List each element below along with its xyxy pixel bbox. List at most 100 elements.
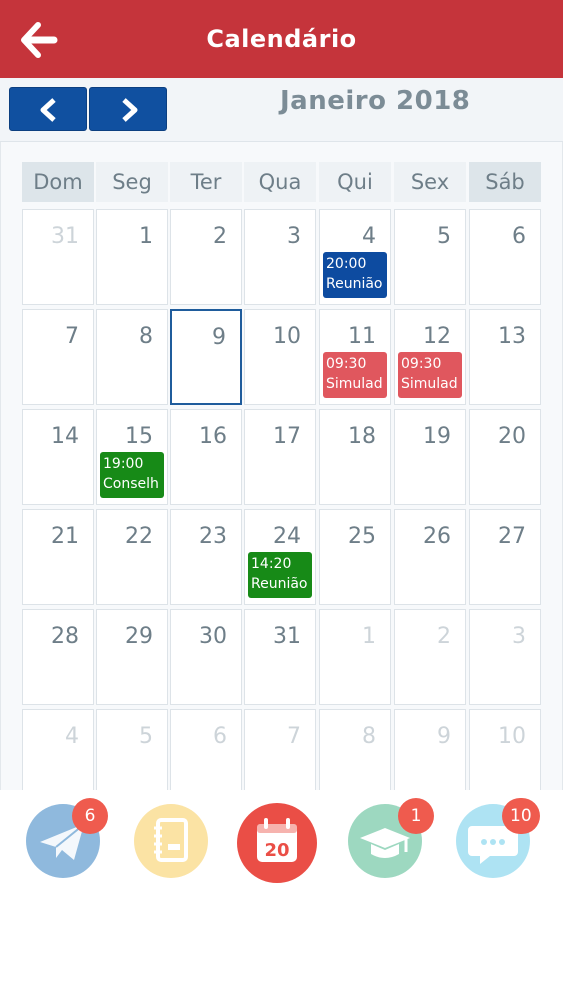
day-number: 13 <box>498 324 526 349</box>
day-cell[interactable]: 4 <box>22 709 94 790</box>
event-time: 09:30 <box>401 356 442 372</box>
day-cell[interactable]: 2 <box>394 609 466 705</box>
day-cell[interactable]: 5 <box>96 709 168 790</box>
academic-button[interactable]: 1 <box>346 798 434 880</box>
day-number: 8 <box>139 324 153 349</box>
day-cell[interactable]: 2 <box>170 209 242 305</box>
day-number: 31 <box>51 224 79 249</box>
calendar-event[interactable]: 14:20 Reunião <box>248 552 312 598</box>
day-cell[interactable]: 25 <box>319 509 391 605</box>
day-number: 30 <box>199 624 227 649</box>
weekday-header: Qui <box>319 162 391 202</box>
day-number: 19 <box>423 424 451 449</box>
day-cell[interactable]: 24 14:20 Reunião <box>244 509 316 605</box>
day-number: 2 <box>213 224 227 249</box>
day-cell[interactable]: 7 <box>22 309 94 405</box>
day-cell[interactable]: 26 <box>394 509 466 605</box>
day-cell[interactable]: 1 <box>319 609 391 705</box>
day-cell[interactable]: 8 <box>96 309 168 405</box>
day-number: 2 <box>437 624 451 649</box>
day-number: 29 <box>125 624 153 649</box>
day-number: 7 <box>65 324 79 349</box>
day-cell[interactable]: 3 <box>244 209 316 305</box>
day-cell[interactable]: 29 <box>96 609 168 705</box>
event-title: Simulad <box>326 376 383 392</box>
calendar-event[interactable]: 19:00 Conselh <box>100 452 164 498</box>
calendar-icon-label: 20 <box>264 840 290 861</box>
day-cell[interactable]: 3 <box>469 609 541 705</box>
day-cell[interactable]: 13 <box>469 309 541 405</box>
event-time: 20:00 <box>326 256 367 272</box>
day-cell[interactable]: 28 <box>22 609 94 705</box>
weekday-header: Sex <box>394 162 466 202</box>
event-title: Reunião <box>251 576 308 592</box>
day-cell[interactable]: 30 <box>170 609 242 705</box>
agenda-button[interactable] <box>132 802 210 880</box>
day-number: 27 <box>498 524 526 549</box>
day-cell[interactable]: 7 <box>244 709 316 790</box>
day-number: 16 <box>199 424 227 449</box>
day-cell[interactable]: 8 <box>319 709 391 790</box>
day-number: 11 <box>348 324 376 349</box>
day-number: 7 <box>287 724 301 749</box>
day-cell[interactable]: 23 <box>170 509 242 605</box>
calendar-event[interactable]: 20:00 Reunião <box>323 252 387 298</box>
prev-month-button[interactable] <box>9 87 87 131</box>
day-number: 1 <box>362 624 376 649</box>
day-cell[interactable]: 12 09:30 Simulad <box>394 309 466 405</box>
day-cell[interactable]: 22 <box>96 509 168 605</box>
day-number: 28 <box>51 624 79 649</box>
day-cell[interactable]: 10 <box>469 709 541 790</box>
messages-badge: 6 <box>72 798 108 834</box>
day-cell[interactable]: 10 <box>244 309 316 405</box>
calendar-event[interactable]: 09:30 Simulad <box>323 352 387 398</box>
day-cell[interactable]: 1 <box>96 209 168 305</box>
day-cell[interactable]: 9 <box>394 709 466 790</box>
day-number: 12 <box>423 324 451 349</box>
day-cell[interactable]: 19 <box>394 409 466 505</box>
weekday-header: Sáb <box>469 162 541 202</box>
day-cell[interactable]: 14 <box>22 409 94 505</box>
day-cell[interactable]: 11 09:30 Simulad <box>319 309 391 405</box>
arrow-left-icon <box>21 22 58 58</box>
day-number: 10 <box>273 324 301 349</box>
event-time: 19:00 <box>103 456 144 472</box>
day-cell[interactable]: 5 <box>394 209 466 305</box>
day-cell[interactable]: 17 <box>244 409 316 505</box>
weekday-header: Dom <box>22 162 94 202</box>
calendar-screen: Calendário Janeiro 2018 Dom Seg Ter Qua Qui S… <box>0 0 563 1000</box>
day-cell[interactable]: 16 <box>170 409 242 505</box>
day-number: 23 <box>199 524 227 549</box>
day-cell[interactable]: 6 <box>469 209 541 305</box>
day-cell[interactable]: 31 <box>244 609 316 705</box>
calendar-button[interactable]: 20 <box>236 802 317 883</box>
day-number: 26 <box>423 524 451 549</box>
day-number: 18 <box>348 424 376 449</box>
day-number: 5 <box>437 224 451 249</box>
chevron-right-icon <box>122 98 138 122</box>
weekday-header: Qua <box>244 162 316 202</box>
day-number: 21 <box>51 524 79 549</box>
bottom-navigation: 6 20 1 10 <box>0 790 563 1000</box>
day-number: 1 <box>139 224 153 249</box>
page-title: Calendário <box>206 25 357 53</box>
day-cell[interactable]: 4 20:00 Reunião <box>319 209 391 305</box>
day-cell[interactable]: 31 <box>22 209 94 305</box>
day-cell[interactable]: 20 <box>469 409 541 505</box>
next-month-button[interactable] <box>89 87 167 131</box>
day-cell[interactable]: 15 19:00 Conselh <box>96 409 168 505</box>
day-number: 14 <box>51 424 79 449</box>
day-number: 6 <box>213 724 227 749</box>
day-cell[interactable]: 18 <box>319 409 391 505</box>
weekday-header: Seg <box>96 162 168 202</box>
weekday-header: Ter <box>170 162 242 202</box>
messages-button[interactable]: 6 <box>24 798 108 880</box>
event-title: Reunião <box>326 276 383 292</box>
chat-button[interactable]: 10 <box>454 798 540 880</box>
back-button[interactable] <box>20 20 60 60</box>
calendar-event[interactable]: 09:30 Simulad <box>398 352 462 398</box>
day-cell[interactable]: 27 <box>469 509 541 605</box>
day-cell[interactable]: 6 <box>170 709 242 790</box>
day-cell[interactable]: 21 <box>22 509 94 605</box>
day-cell[interactable]: 9 <box>170 309 242 405</box>
